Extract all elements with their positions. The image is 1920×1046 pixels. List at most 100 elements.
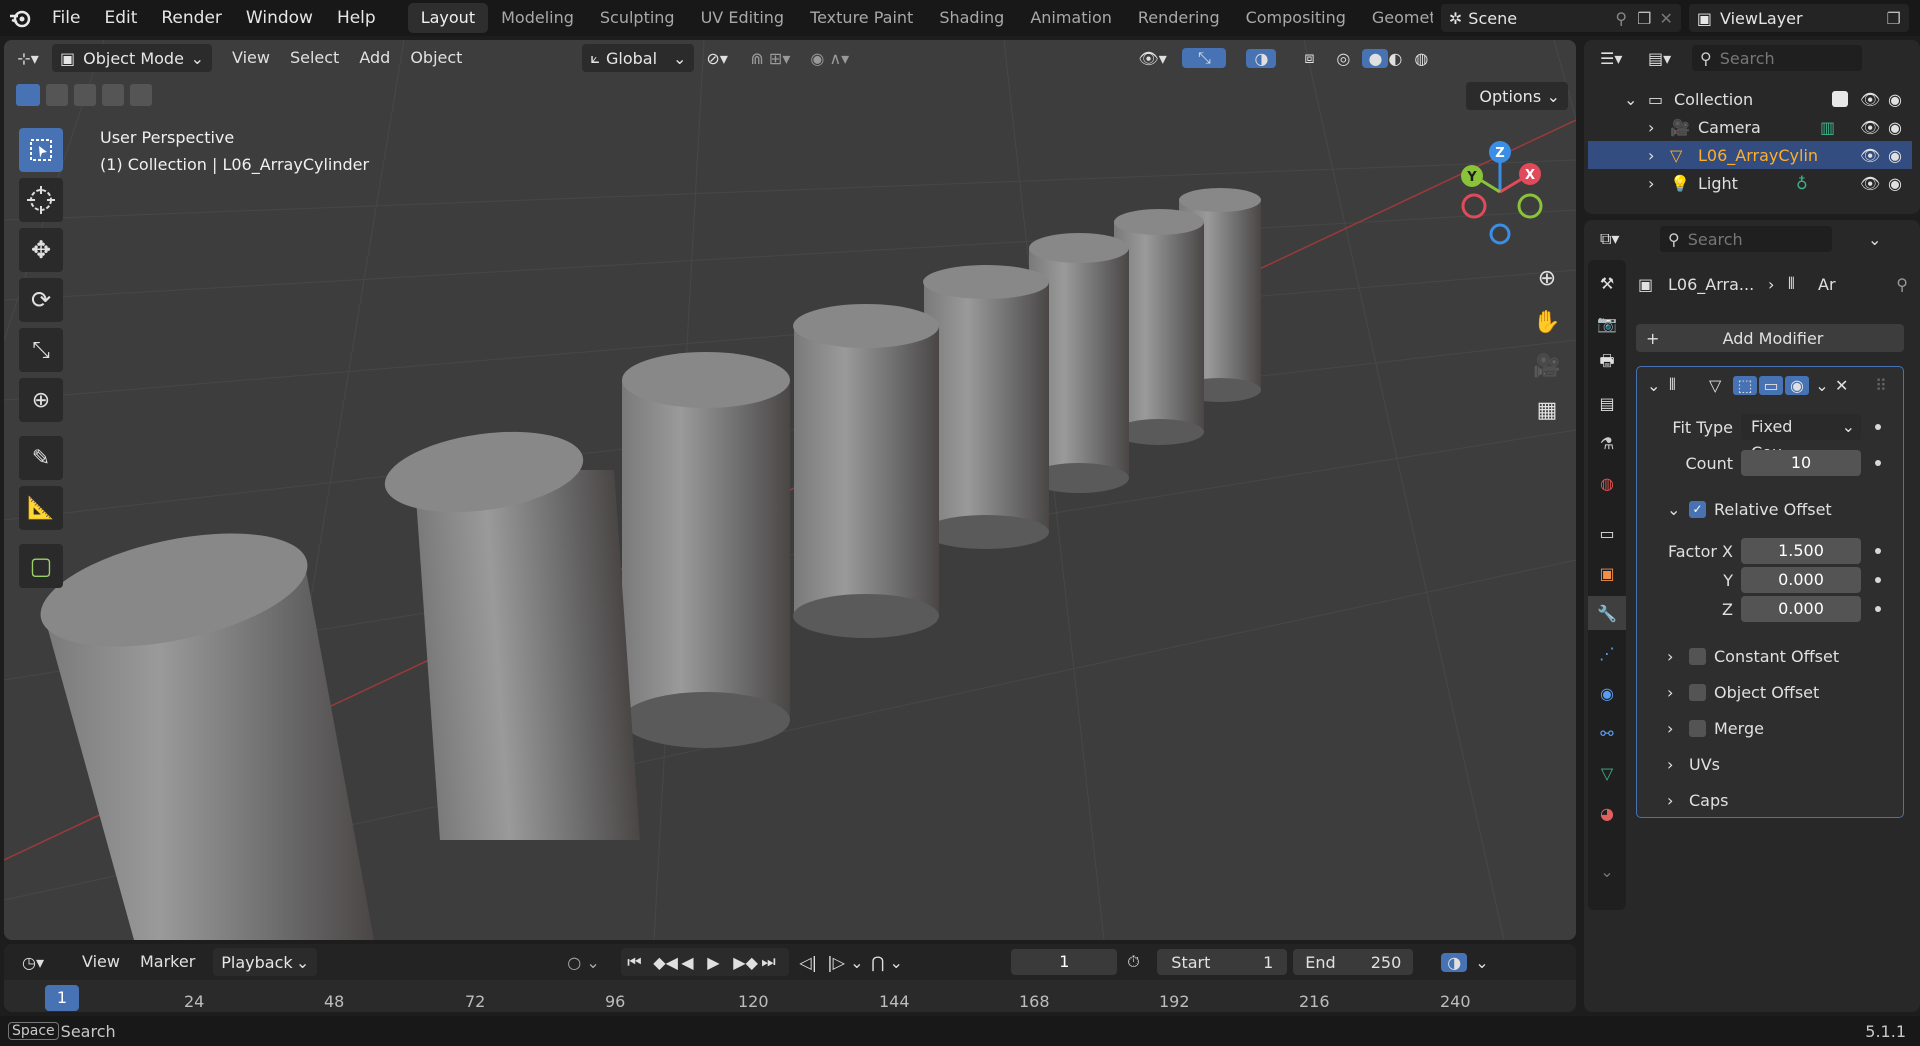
auto-key-icon[interactable]: ○ ⌄ bbox=[567, 953, 615, 972]
properties-editor-icon[interactable]: ⧉▾ bbox=[1600, 229, 1660, 249]
select-intersect-icon[interactable] bbox=[130, 84, 152, 106]
eye-icon[interactable]: 👁 bbox=[1860, 146, 1888, 165]
tab-object[interactable]: ▣ bbox=[1588, 556, 1626, 590]
jump-start-icon[interactable]: ⏮ bbox=[627, 952, 649, 972]
eye-icon[interactable]: 👁 bbox=[1860, 90, 1888, 109]
chevron-down-icon[interactable]: ⌄ bbox=[1475, 953, 1488, 972]
editor-type-icon[interactable]: ⊹▾ bbox=[4, 49, 52, 68]
factor-y-field[interactable]: 0.000 bbox=[1741, 567, 1861, 593]
delete-scene-icon[interactable]: ✕ bbox=[1659, 9, 1672, 28]
merge-checkbox[interactable] bbox=[1689, 719, 1706, 737]
keyframe-dot[interactable] bbox=[1875, 548, 1881, 554]
constant-offset-header[interactable]: › Constant Offset bbox=[1637, 642, 1905, 670]
factor-z-field[interactable]: 0.000 bbox=[1741, 596, 1861, 622]
tab-world[interactable]: ◍ bbox=[1588, 466, 1626, 500]
annotate-tool[interactable]: ✎ bbox=[19, 436, 63, 480]
select-invert-icon[interactable] bbox=[102, 84, 124, 106]
chevron-right-icon[interactable]: › bbox=[1648, 118, 1670, 137]
current-frame-marker[interactable]: 1 bbox=[45, 985, 79, 1011]
tab-particles[interactable]: ⋰ bbox=[1588, 636, 1626, 670]
chevron-right-icon[interactable]: › bbox=[1648, 146, 1670, 165]
render-camera-icon[interactable]: ◉ bbox=[1888, 118, 1912, 137]
timeline-editor-icon[interactable]: ◷▾ bbox=[22, 953, 72, 972]
object-offset-checkbox[interactable] bbox=[1689, 683, 1706, 701]
prev-marker-icon[interactable]: ◁| bbox=[799, 953, 827, 972]
next-keyframe-icon[interactable]: ▶◆ bbox=[733, 953, 758, 972]
outliner-collection[interactable]: ⌄ ▭ Collection 👁 ◉ bbox=[1588, 85, 1912, 113]
outliner-search[interactable]: ⚲ Search bbox=[1692, 45, 1862, 71]
chevron-down-icon[interactable]: ⌄ bbox=[1868, 230, 1881, 249]
timeline-menu-marker[interactable]: Marker bbox=[130, 948, 205, 976]
proportional-edit-icon[interactable]: ◉ ∧▾ bbox=[810, 49, 870, 68]
end-frame-field[interactable]: End 250 bbox=[1293, 949, 1414, 975]
tab-output[interactable]: 🖶 bbox=[1588, 346, 1626, 380]
menu-object[interactable]: Object bbox=[400, 44, 472, 72]
tab-modeling[interactable]: Modeling bbox=[488, 3, 587, 33]
menu-view[interactable]: View bbox=[222, 44, 280, 72]
zoom-icon[interactable]: ⊕ bbox=[1527, 258, 1567, 298]
shading-material-icon[interactable]: ◐ bbox=[1388, 49, 1414, 68]
tab-constraints[interactable]: ⚯ bbox=[1588, 716, 1626, 750]
keyframe-dot[interactable] bbox=[1875, 460, 1881, 466]
outliner-editor-icon[interactable]: ☰▾ bbox=[1600, 49, 1648, 68]
keyframe-dot[interactable] bbox=[1875, 606, 1881, 612]
drag-handle-icon[interactable]: ⠿ bbox=[1875, 376, 1887, 395]
current-frame-field[interactable]: 1 bbox=[1011, 949, 1118, 975]
outliner-item-mesh[interactable]: › ▽ L06_ArrayCylin 👁 ◉ bbox=[1588, 141, 1912, 169]
menu-add[interactable]: Add bbox=[349, 44, 400, 72]
tab-render[interactable]: 📷 bbox=[1588, 306, 1626, 340]
add-modifier-button[interactable]: + Add Modifier bbox=[1636, 324, 1904, 352]
close-icon[interactable]: ✕ bbox=[1835, 376, 1855, 395]
menu-help[interactable]: Help bbox=[325, 3, 388, 33]
move-tool[interactable]: ✥ bbox=[19, 228, 63, 272]
fit-type-dropdown[interactable]: Fixed Cou... ⌄ bbox=[1741, 414, 1861, 462]
collapse-icon[interactable]: ⌄ bbox=[1647, 376, 1669, 395]
render-camera-icon[interactable]: ◉ bbox=[1888, 146, 1912, 165]
light-data-icon[interactable]: ♁ bbox=[1796, 174, 1860, 193]
count-field[interactable]: 10 bbox=[1741, 450, 1861, 476]
relative-offset-header[interactable]: ⌄ ✓ Relative Offset bbox=[1637, 495, 1905, 523]
overlay-toggle-icon[interactable]: ◑ bbox=[1246, 48, 1277, 68]
chevron-down-icon[interactable]: ⌄ bbox=[1624, 90, 1648, 109]
options-dropdown[interactable]: Options ⌄ bbox=[1466, 82, 1568, 110]
scale-tool[interactable]: ⤡ bbox=[19, 328, 63, 372]
caps-header[interactable]: › Caps bbox=[1637, 786, 1905, 814]
eye-icon[interactable]: 👁 bbox=[1860, 118, 1888, 137]
scene-selector[interactable]: ✲ Scene ⚲ ❐ ✕ bbox=[1440, 4, 1681, 32]
tab-collection[interactable]: ▭ bbox=[1588, 516, 1626, 550]
select-subtract-icon[interactable] bbox=[74, 84, 96, 106]
properties-search[interactable]: ⚲ Search bbox=[1660, 226, 1832, 252]
tab-compositing[interactable]: Compositing bbox=[1233, 3, 1359, 33]
shading-solid-icon[interactable]: ● bbox=[1362, 48, 1389, 68]
eye-icon[interactable]: 👁 bbox=[1860, 174, 1888, 193]
tab-animation[interactable]: Animation bbox=[1017, 3, 1125, 33]
keying-icon[interactable]: ⋂ ⌄ bbox=[871, 953, 921, 972]
cage-toggle-icon[interactable]: ⬚ bbox=[1733, 375, 1757, 395]
tab-layout[interactable]: Layout bbox=[407, 3, 489, 33]
menu-render[interactable]: Render bbox=[149, 3, 234, 33]
prev-keyframe-icon[interactable]: ◆◀ bbox=[653, 953, 678, 972]
outliner-item-light[interactable]: › 💡 Light ♁ 👁 ◉ bbox=[1588, 169, 1912, 197]
measure-tool[interactable]: 📐 bbox=[19, 486, 63, 530]
outliner-item-camera[interactable]: › 🎥 Camera ▥ 👁 ◉ bbox=[1588, 113, 1912, 141]
play-reverse-icon[interactable]: ◀ bbox=[681, 953, 703, 972]
tab-scene[interactable]: ⚗ bbox=[1588, 426, 1626, 460]
tab-rendering[interactable]: Rendering bbox=[1125, 3, 1233, 33]
tab-data[interactable]: ▽ bbox=[1588, 756, 1626, 790]
tab-tool[interactable]: ⚒ bbox=[1588, 266, 1626, 300]
menu-window[interactable]: Window bbox=[234, 3, 325, 33]
tab-modifiers[interactable]: 🔧 bbox=[1588, 596, 1626, 630]
include-checkbox[interactable] bbox=[1832, 91, 1848, 107]
rotate-tool[interactable]: ⟳ bbox=[19, 278, 63, 322]
chevron-right-icon[interactable]: › bbox=[1648, 174, 1670, 193]
tab-uv-editing[interactable]: UV Editing bbox=[688, 3, 797, 33]
new-view-layer-icon[interactable]: ❐ bbox=[1887, 9, 1901, 28]
uvs-header[interactable]: › UVs bbox=[1637, 750, 1905, 778]
keyframe-dot[interactable] bbox=[1875, 577, 1881, 583]
keyframe-dot[interactable] bbox=[1875, 424, 1881, 430]
tab-sculpting[interactable]: Sculpting bbox=[587, 3, 688, 33]
tab-view-layer[interactable]: ▤ bbox=[1588, 386, 1626, 420]
gizmo-toggle-icon[interactable]: ⤡ bbox=[1182, 48, 1227, 68]
view-layer-selector[interactable]: ▣ ViewLayer ❐ bbox=[1688, 4, 1909, 32]
render-toggle-icon[interactable]: ◉ bbox=[1785, 375, 1809, 395]
